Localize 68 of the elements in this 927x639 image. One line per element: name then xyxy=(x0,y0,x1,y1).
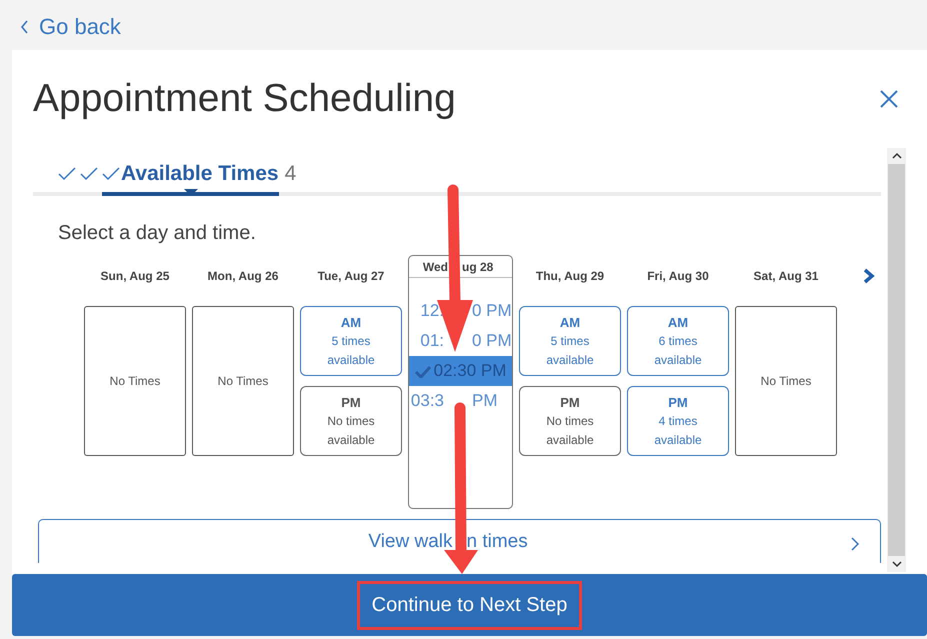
time-text: 02:30 PM xyxy=(434,361,506,381)
day-label: Wed xyxy=(422,259,448,276)
scrollbar[interactable] xyxy=(887,148,906,572)
period-label: PM xyxy=(560,394,580,412)
time-text: 0 PM xyxy=(472,331,512,351)
slot-text: available xyxy=(546,352,594,368)
time-slot-button[interactable]: PM No times available xyxy=(300,386,402,456)
instruction-text: Select a day and time. xyxy=(58,222,257,245)
period-label: PM xyxy=(668,394,688,412)
slot-text: 5 times xyxy=(550,332,590,350)
time-slot-button[interactable]: AM 5 times available xyxy=(519,306,621,376)
period-label: PM xyxy=(341,394,361,412)
time-slot-button[interactable]: PM 4 times available xyxy=(627,386,729,456)
slot-text: available xyxy=(546,432,594,448)
slot-text: 6 times xyxy=(658,332,698,350)
step-number[interactable]: 4 xyxy=(284,162,296,186)
slot-text: available xyxy=(327,432,375,448)
scroll-down-icon[interactable] xyxy=(892,560,902,568)
time-slot-button[interactable]: PM No times available xyxy=(519,386,621,456)
day-label: Sun, Aug 25 xyxy=(100,268,170,285)
time-text: 03:3 xyxy=(410,391,444,411)
check-icon xyxy=(102,167,120,181)
day-column[interactable]: Tue, Aug 27 AM 5 times available PM No times available xyxy=(300,263,402,456)
day-label: Thu, Aug 29 xyxy=(534,268,606,285)
dialog-title: Appointment Scheduling xyxy=(33,77,456,121)
walk-in-button[interactable]: View walk n times xyxy=(38,519,881,563)
time-text: 01: xyxy=(420,331,444,351)
slot-text: 4 times xyxy=(658,412,698,430)
time-option[interactable]: 01: 0 PM xyxy=(409,326,512,356)
day-column[interactable]: Thu, Aug 29 AM 5 times available PM No times available xyxy=(519,263,621,456)
slot-text: available xyxy=(327,352,375,368)
day-column[interactable]: Mon, Aug 26 No Times xyxy=(192,263,294,456)
walk-in-text: n times xyxy=(466,530,528,552)
slot-text: No times xyxy=(546,412,594,430)
slot-text: available xyxy=(654,352,702,368)
slot-text: No times xyxy=(327,412,375,430)
day-column[interactable]: Fri, Aug 30 AM 6 times available PM 4 times available xyxy=(627,263,729,456)
back-link[interactable]: Go back xyxy=(20,13,121,41)
day-column[interactable]: Sun, Aug 25 No Times xyxy=(84,263,186,456)
period-label: AM xyxy=(560,314,580,332)
slot-text: available xyxy=(654,432,702,448)
period-label: AM xyxy=(668,314,688,332)
day-slot: No Times xyxy=(735,306,837,456)
time-option[interactable]: 03:3 PM xyxy=(409,386,512,416)
slot-text: 5 times xyxy=(332,332,370,350)
period-label: AM xyxy=(340,314,362,332)
check-icon xyxy=(414,364,431,378)
time-text: PM xyxy=(472,391,498,411)
continue-button[interactable]: Continue to Next Step xyxy=(12,574,927,636)
check-icon xyxy=(80,167,98,181)
day-label: Fri, Aug 30 xyxy=(646,268,710,285)
close-icon[interactable] xyxy=(879,89,899,109)
scroll-up-icon[interactable] xyxy=(892,152,902,160)
time-slot-button[interactable]: AM 5 times available xyxy=(300,306,402,376)
day-label: ug 28 xyxy=(462,259,494,276)
chevron-right-icon xyxy=(850,536,860,552)
day-slot: No Times xyxy=(192,306,294,456)
walk-in-text: View walk xyxy=(368,530,452,552)
day-slot: No Times xyxy=(84,306,186,456)
chevron-left-icon xyxy=(20,20,29,34)
day-label: Tue, Aug 27 xyxy=(316,268,386,285)
time-slot-button[interactable]: AM 6 times available xyxy=(627,306,729,376)
day-label: Mon, Aug 26 xyxy=(206,268,280,285)
time-text: 0 PM xyxy=(472,301,512,321)
chevron-right-icon[interactable] xyxy=(863,268,875,284)
day-column[interactable]: Sat, Aug 31 No Times xyxy=(735,263,837,456)
check-icon xyxy=(58,167,76,181)
day-label: Sat, Aug 31 xyxy=(752,268,820,285)
